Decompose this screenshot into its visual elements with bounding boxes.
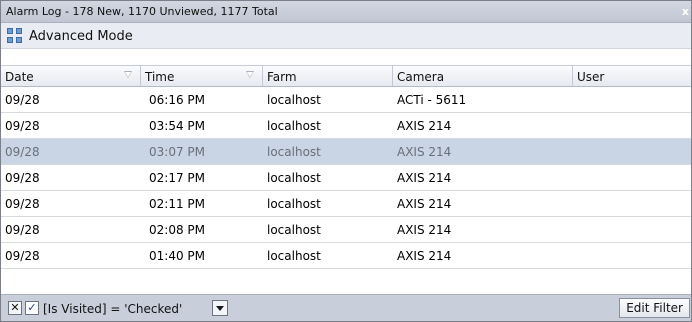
cell-user: [573, 191, 691, 216]
cell-farm: localhost: [267, 249, 321, 263]
cell-user: [573, 113, 691, 138]
cell-time: 02:17 PM: [149, 171, 205, 185]
cell-user: [573, 87, 691, 112]
cell-farm: localhost: [267, 171, 321, 185]
cell-camera: AXIS 214: [397, 249, 452, 263]
cell-camera: ACTi - 5611: [397, 93, 467, 107]
column-header-label: Camera: [397, 70, 445, 84]
cell-date: 09/28: [5, 93, 40, 107]
cell-time: 03:54 PM: [149, 119, 205, 133]
column-header-date[interactable]: Date: [1, 66, 141, 86]
cell-time: 01:40 PM: [149, 249, 205, 263]
cell-farm: localhost: [267, 223, 321, 237]
table-row[interactable]: 09/28 01:40 PM localhost AXIS 214: [1, 243, 691, 269]
filter-expression: [Is Visited] = 'Checked': [43, 302, 183, 316]
cell-date: 09/28: [5, 197, 40, 211]
expand-grid-icon: [7, 28, 23, 44]
title-bar: Alarm Log - 178 New, 1170 Unviewed, 1177…: [1, 1, 691, 23]
filter-icon[interactable]: [246, 71, 254, 78]
cell-time: 06:16 PM: [149, 93, 205, 107]
cell-farm: localhost: [267, 93, 321, 107]
cell-farm: localhost: [267, 145, 321, 159]
filter-icon[interactable]: [124, 71, 132, 78]
grid-header: Date Time Farm Camera User: [1, 65, 691, 87]
window-title: Alarm Log - 178 New, 1170 Unviewed, 1177…: [6, 5, 278, 18]
cell-user: [573, 139, 691, 164]
table-row[interactable]: 09/28 03:54 PM localhost AXIS 214: [1, 113, 691, 139]
column-header-label: Time: [145, 70, 175, 84]
column-header-label: Farm: [267, 70, 297, 84]
cell-date: 09/28: [5, 145, 40, 159]
advanced-mode-label: Advanced Mode: [29, 28, 133, 44]
table-row[interactable]: 09/28 02:17 PM localhost AXIS 214: [1, 165, 691, 191]
filter-dropdown-button[interactable]: [212, 300, 228, 316]
table-row[interactable]: 09/28 02:11 PM localhost AXIS 214: [1, 191, 691, 217]
cell-farm: localhost: [267, 119, 321, 133]
cell-date: 09/28: [5, 249, 40, 263]
column-header-label: User: [577, 70, 605, 84]
column-header-label: Date: [5, 70, 34, 84]
column-header-time[interactable]: Time: [141, 66, 263, 86]
cell-date: 09/28: [5, 119, 40, 133]
cell-user: [573, 243, 691, 268]
column-header-camera[interactable]: Camera: [393, 66, 573, 86]
clear-filter-button[interactable]: ✕: [8, 301, 22, 315]
edit-filter-button[interactable]: Edit Filter: [619, 298, 690, 318]
advanced-mode-button[interactable]: Advanced Mode: [3, 26, 139, 46]
toolbar: Advanced Mode: [1, 23, 691, 49]
cell-camera: AXIS 214: [397, 119, 452, 133]
cell-user: [573, 217, 691, 242]
alarm-rows: 09/28 06:16 PM localhost ACTi - 5611 09/…: [1, 87, 691, 269]
cell-user: [573, 165, 691, 190]
table-row[interactable]: 09/28 03:07 PM localhost AXIS 214: [1, 139, 691, 165]
column-header-user[interactable]: User: [573, 66, 691, 86]
cell-camera: AXIS 214: [397, 171, 452, 185]
cell-camera: AXIS 214: [397, 145, 452, 159]
cell-time: 03:07 PM: [149, 145, 205, 159]
cell-farm: localhost: [267, 197, 321, 211]
table-row[interactable]: 09/28 06:16 PM localhost ACTi - 5611: [1, 87, 691, 113]
cell-camera: AXIS 214: [397, 197, 452, 211]
cell-date: 09/28: [5, 171, 40, 185]
filter-enabled-checkbox[interactable]: ✓: [25, 301, 39, 315]
column-header-farm[interactable]: Farm: [263, 66, 393, 86]
filter-status-bar: ✕ ✓ [Is Visited] = 'Checked' Edit Filter: [1, 294, 691, 321]
cell-date: 09/28: [5, 223, 40, 237]
alarm-log-window: Alarm Log - 178 New, 1170 Unviewed, 1177…: [0, 0, 692, 322]
table-row[interactable]: 09/28 02:08 PM localhost AXIS 214: [1, 217, 691, 243]
close-icon[interactable]: x: [682, 5, 689, 18]
cell-camera: AXIS 214: [397, 223, 452, 237]
cell-time: 02:11 PM: [149, 197, 205, 211]
cell-time: 02:08 PM: [149, 223, 205, 237]
